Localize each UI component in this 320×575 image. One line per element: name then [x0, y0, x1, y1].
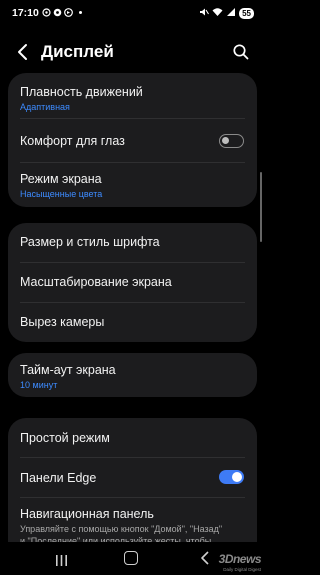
scrollbar[interactable]: [260, 172, 262, 242]
setting-eye-comfort[interactable]: Комфорт для глаз: [8, 119, 257, 161]
battery-level: 55: [239, 7, 254, 19]
toggle-knob: [222, 137, 229, 144]
edge-panels-toggle[interactable]: [219, 470, 244, 484]
recents-icon[interactable]: [55, 553, 68, 566]
setting-value: Адаптивная: [20, 102, 70, 112]
back-arrow-icon[interactable]: [14, 41, 34, 63]
setting-description: Управляйте с помощью кнопок "Домой", "На…: [20, 524, 223, 534]
setting-screen-timeout[interactable]: Тайм-аут экрана 10 минут: [8, 353, 257, 397]
status-right: 55: [199, 6, 254, 20]
home-icon[interactable]: [124, 551, 138, 565]
messenger-notification-icon: [64, 8, 73, 17]
mute-icon: [199, 7, 210, 19]
setting-label: Комфорт для глаз: [20, 134, 125, 148]
settings-card-font: Размер и стиль шрифта Масштабирование эк…: [8, 223, 257, 342]
setting-label: Размер и стиль шрифта: [20, 235, 160, 249]
setting-screen-zoom[interactable]: Масштабирование экрана: [8, 263, 257, 302]
watermark-logo: 3Dnews Daily Digital Digest: [218, 550, 262, 572]
eye-comfort-toggle[interactable]: [219, 134, 244, 148]
notification-icon: [42, 8, 51, 17]
system-navigation-bar: 3Dnews Daily Digital Digest: [0, 542, 265, 575]
setting-label: Навигационная панель: [20, 507, 154, 521]
setting-label: Режим экрана: [20, 172, 102, 186]
setting-value: Насыщенные цвета: [20, 189, 103, 199]
watermark-tagline: Daily Digital Digest: [223, 567, 261, 572]
settings-notification-icon: [53, 8, 62, 17]
setting-label: Плавность движений: [20, 85, 143, 99]
wifi-icon: [212, 7, 223, 19]
setting-value: 10 минут: [20, 380, 58, 390]
toggle-knob: [232, 472, 242, 482]
setting-screen-mode[interactable]: Режим экрана Насыщенные цвета: [8, 163, 257, 207]
settings-card-navigation: Простой режим Панели Edge Навигационная …: [8, 418, 257, 548]
nav-back-icon[interactable]: [200, 551, 210, 565]
setting-label: Простой режим: [20, 431, 110, 445]
top-app-bar: Дисплей: [0, 36, 265, 68]
setting-label: Тайм-аут экрана: [20, 363, 116, 377]
setting-edge-panels[interactable]: Панели Edge: [8, 458, 257, 496]
setting-font-size-style[interactable]: Размер и стиль шрифта: [8, 223, 257, 262]
settings-card-display: Плавность движений Адаптивная Комфорт дл…: [8, 73, 257, 207]
search-icon[interactable]: [231, 42, 251, 62]
signal-icon: [226, 7, 236, 19]
setting-easy-mode[interactable]: Простой режим: [8, 418, 257, 456]
setting-camera-cutout[interactable]: Вырез камеры: [8, 303, 257, 342]
setting-navigation-bar[interactable]: Навигационная панель Управляйте с помощь…: [8, 498, 257, 548]
setting-label: Панели Edge: [20, 471, 97, 485]
status-time: 17:10: [12, 7, 39, 19]
setting-label: Масштабирование экрана: [20, 275, 172, 289]
setting-motion-smoothness[interactable]: Плавность движений Адаптивная: [8, 73, 257, 117]
setting-label: Вырез камеры: [20, 315, 105, 329]
settings-card-timeout: Тайм-аут экрана 10 минут: [8, 353, 257, 397]
dot-icon: [76, 8, 85, 17]
status-bar: 17:10 55: [0, 0, 265, 26]
page-title: Дисплей: [41, 42, 114, 61]
watermark-brand: 3Dnews: [218, 552, 262, 566]
